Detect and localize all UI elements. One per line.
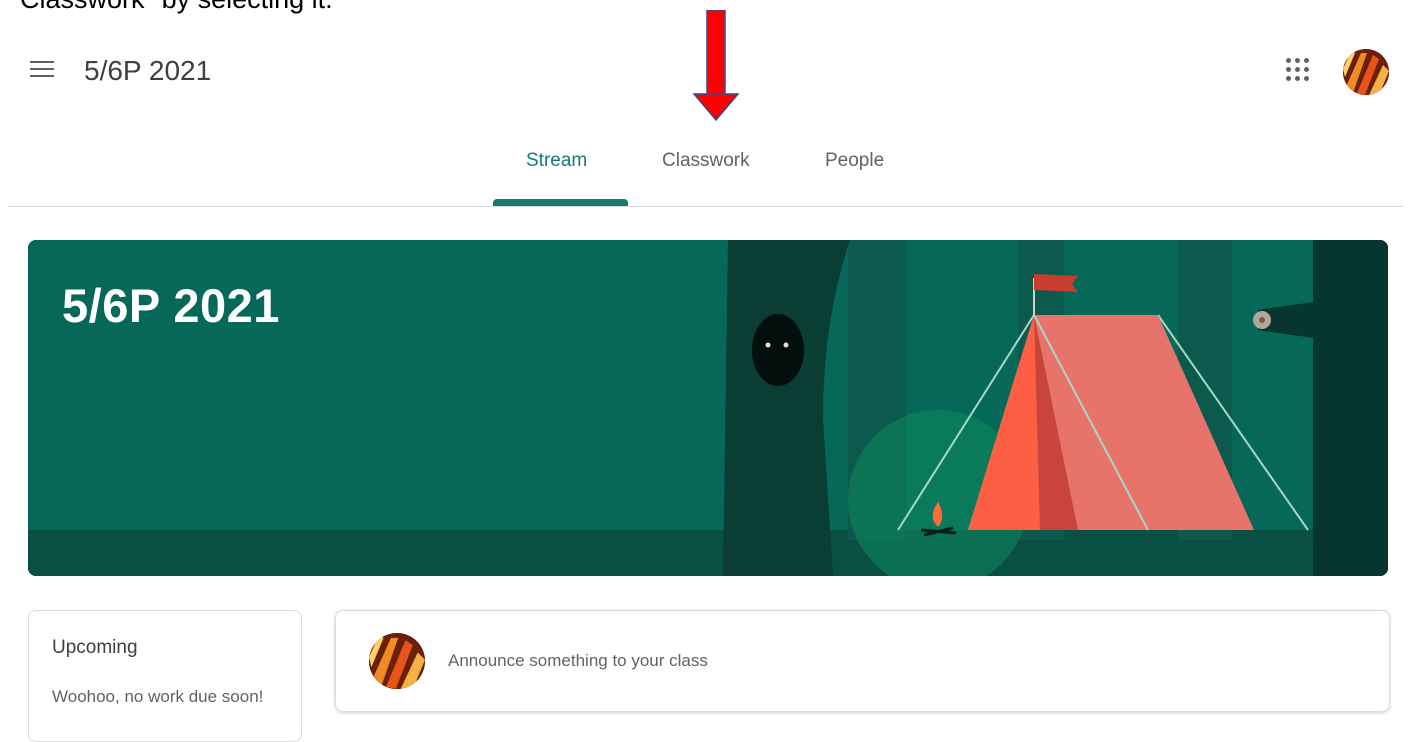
banner-title: 5/6P 2021	[62, 279, 280, 332]
avatar	[369, 633, 425, 689]
active-tab-indicator	[493, 199, 628, 206]
upcoming-card: Upcoming Woohoo, no work due soon!	[28, 610, 302, 742]
announce-box[interactable]: Announce something to your class	[335, 610, 1390, 712]
account-avatar[interactable]	[1343, 49, 1389, 95]
class-banner: 5/6P 2021	[28, 240, 1388, 576]
apps-grid-icon[interactable]	[1286, 58, 1310, 82]
tab-people[interactable]: People	[825, 150, 884, 172]
tab-classwork[interactable]: Classwork	[662, 150, 750, 172]
tab-stream[interactable]: Stream	[526, 150, 587, 172]
header-divider	[8, 206, 1404, 207]
down-arrow	[692, 10, 740, 122]
menu-icon[interactable]	[30, 61, 56, 81]
class-title: 5/6P 2021	[84, 55, 212, 86]
tab-bar: Stream Classwork People	[0, 138, 1408, 206]
announce-placeholder[interactable]: Announce something to your class	[448, 651, 708, 671]
upcoming-note: Woohoo, no work due soon!	[52, 687, 264, 706]
upcoming-title: Upcoming	[52, 637, 138, 658]
